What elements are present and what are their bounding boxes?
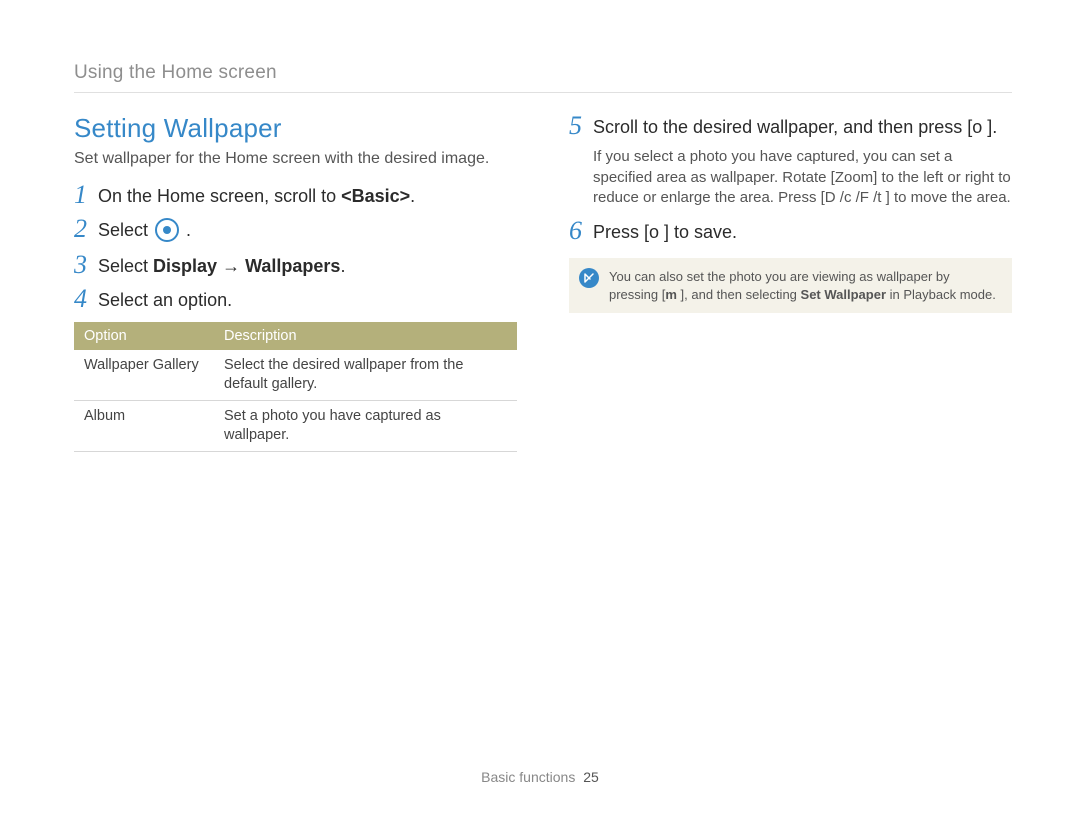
table-row: Wallpaper Gallery Select the desired wal… <box>74 350 517 400</box>
arrow: → <box>217 256 245 276</box>
step-text: Scroll to the desired wallpaper, and the… <box>593 113 997 139</box>
option-description: Set a photo you have captured as wallpap… <box>214 400 517 451</box>
text: . <box>410 186 415 206</box>
bold-text: Display <box>153 256 217 276</box>
text: /c /F /t ] to move the area. <box>836 189 1011 206</box>
manual-page: Using the Home screen Setting Wallpaper … <box>0 0 1080 815</box>
text: . <box>181 220 191 240</box>
step-text: Select . <box>98 216 191 243</box>
header-rule <box>74 92 1012 93</box>
page-number: 25 <box>583 769 599 785</box>
step-6: 6 Press [o ] to save. <box>569 218 1012 244</box>
step-5-sub: If you select a photo you have captured,… <box>593 147 1012 208</box>
table-header-row: Option Description <box>74 322 517 350</box>
step-text: Select an option. <box>98 286 232 312</box>
col-option: Option <box>74 322 214 350</box>
bold-text: D <box>825 189 836 206</box>
text: ], and then selecting <box>677 287 801 302</box>
step-5: 5 Scroll to the desired wallpaper, and t… <box>569 113 1012 139</box>
content-columns: Setting Wallpaper Set wallpaper for the … <box>74 113 1012 452</box>
section-title: Setting Wallpaper <box>74 113 517 144</box>
col-description: Description <box>214 322 517 350</box>
step-number: 6 <box>569 218 593 244</box>
breadcrumb: Using the Home screen <box>74 62 1012 84</box>
text: Select <box>98 256 153 276</box>
step-text: On the Home screen, scroll to <Basic>. <box>98 182 415 208</box>
step-number: 2 <box>74 216 98 242</box>
step-text: Select Display → Wallpapers. <box>98 252 345 278</box>
option-name: Album <box>74 400 214 451</box>
step-text: Press [o ] to save. <box>593 218 737 244</box>
note-text: You can also set the photo you are viewi… <box>609 268 998 303</box>
left-column: Setting Wallpaper Set wallpaper for the … <box>74 113 517 452</box>
step-number: 5 <box>569 113 593 139</box>
settings-icon <box>155 218 179 242</box>
bold-text: m <box>665 287 677 302</box>
footer-section: Basic functions <box>481 769 575 785</box>
bold-text: Zoom <box>835 169 873 186</box>
bold-text: Set Wallpaper <box>801 287 886 302</box>
table-row: Album Set a photo you have captured as w… <box>74 400 517 451</box>
bold-text: <Basic> <box>341 186 410 206</box>
bold-text: Wallpapers <box>245 256 340 276</box>
step-number: 1 <box>74 182 98 208</box>
step-1: 1 On the Home screen, scroll to <Basic>. <box>74 182 517 208</box>
text: . <box>340 256 345 276</box>
note-box: You can also set the photo you are viewi… <box>569 258 1012 313</box>
step-3: 3 Select Display → Wallpapers. <box>74 252 517 278</box>
text: Select <box>98 220 153 240</box>
options-table: Option Description Wallpaper Gallery Sel… <box>74 322 517 451</box>
section-subtitle: Set wallpaper for the Home screen with t… <box>74 150 517 168</box>
option-description: Select the desired wallpaper from the de… <box>214 350 517 400</box>
step-2: 2 Select . <box>74 216 517 243</box>
step-number: 3 <box>74 252 98 278</box>
option-name: Wallpaper Gallery <box>74 350 214 400</box>
step-4: 4 Select an option. <box>74 286 517 312</box>
text: in Playback mode. <box>886 287 996 302</box>
step-number: 4 <box>74 286 98 312</box>
right-column: 5 Scroll to the desired wallpaper, and t… <box>569 113 1012 452</box>
page-footer: Basic functions 25 <box>0 769 1080 785</box>
text: On the Home screen, scroll to <box>98 186 341 206</box>
note-icon <box>579 268 599 288</box>
